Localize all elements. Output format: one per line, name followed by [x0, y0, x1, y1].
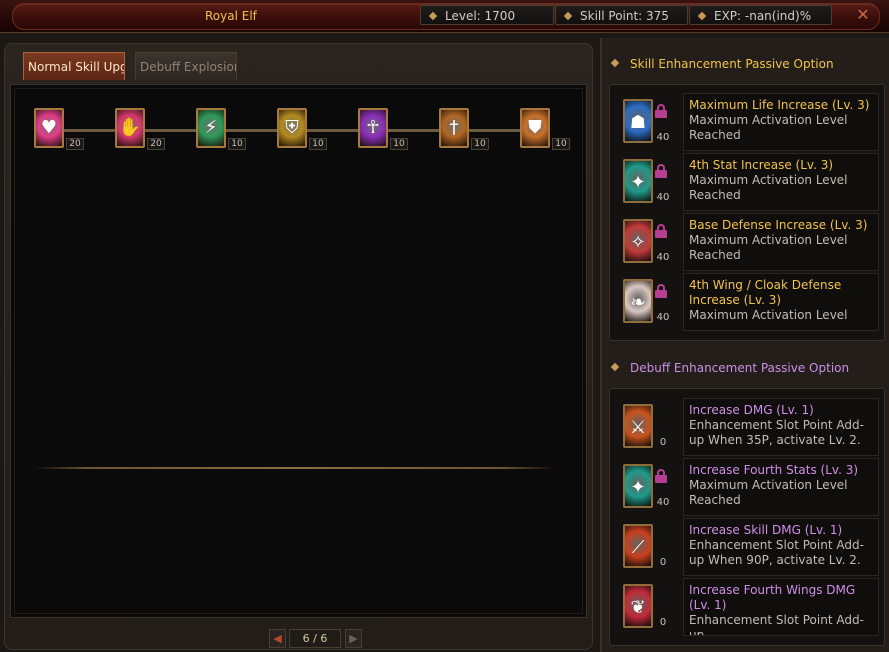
level-stat: Level: 1700: [420, 5, 554, 25]
page-indicator: 6 / 6: [289, 629, 341, 648]
option-title: Increase Skill DMG (Lv. 1): [689, 523, 843, 537]
option-status: Maximum Activation Level: [689, 308, 848, 322]
option-status: Maximum Activation Level Reached: [689, 478, 848, 507]
option-title: 4th Stat Increase (Lv. 3): [689, 158, 834, 172]
heart-icon[interactable]: ♥: [34, 108, 64, 148]
wing-icon: ❧: [623, 279, 653, 323]
teal-sparkle-icon: ✦: [623, 464, 653, 508]
option-description: Maximum Life Increase (Lv. 3) Maximum Act…: [683, 93, 879, 151]
option-title: Maximum Life Increase (Lv. 3): [689, 98, 870, 112]
lightning-sword-icon[interactable]: ⚡: [196, 108, 226, 148]
skill-enhancement-option-row[interactable]: ☗ 40 Maximum Life Increase (Lv. 3) Maximum …: [617, 93, 882, 151]
debuff-enhancement-heading: Debuff Enhancement Passive Option: [630, 361, 850, 375]
skill-level-count: 10: [228, 138, 246, 150]
slash-icon: ⟋: [623, 524, 653, 568]
shield-icon[interactable]: ⛊: [520, 108, 550, 148]
option-count: 40: [656, 252, 670, 263]
lock-icon: [655, 469, 667, 483]
option-title: Base Defense Increase (Lv. 3): [689, 218, 868, 232]
skill-level-count: 20: [66, 138, 84, 150]
scroll-hand-icon[interactable]: ✋: [115, 108, 145, 148]
option-description: Increase Skill DMG (Lv. 1) Enhancement Sl…: [683, 518, 879, 576]
option-description: Base Defense Increase (Lv. 3) Maximum Act…: [683, 213, 879, 271]
skill-level-count: 10: [309, 138, 327, 150]
diamond-icon: [563, 11, 573, 21]
option-count: 40: [656, 497, 670, 508]
option-count: 0: [659, 617, 667, 628]
option-status: Maximum Activation Level Reached: [689, 173, 848, 202]
lock-icon: [655, 224, 667, 238]
option-status: Enhancement Slot Point Add-up When 90P, …: [689, 538, 864, 567]
red-wing-icon: ❦: [623, 584, 653, 628]
debuff-enhancement-option-row[interactable]: ⟋ 0 Increase Skill DMG (Lv. 1) Enhancement …: [617, 518, 882, 576]
close-icon: ✕: [856, 5, 870, 24]
lock-icon: [655, 164, 667, 178]
option-description: 4th Wing / Cloak Defense Increase (Lv. 3…: [683, 273, 879, 331]
divider: [34, 467, 556, 469]
option-status: Maximum Activation Level Reached: [689, 113, 848, 142]
close-button[interactable]: ✕: [852, 5, 874, 25]
option-status: Maximum Activation Level Reached: [689, 233, 848, 262]
option-count: 40: [656, 312, 670, 323]
tab-debuff-explosion[interactable]: Debuff Explosion: [135, 52, 237, 80]
lock-icon: [655, 104, 667, 118]
tab-normal-skill-upgrade[interactable]: Normal Skill Upgrade: [23, 52, 125, 80]
diamond-icon: [697, 11, 707, 21]
skill-connector: [226, 129, 277, 132]
option-title: Increase DMG (Lv. 1): [689, 403, 814, 417]
option-description: Increase Fourth Wings DMG (Lv. 1) Enhance…: [683, 578, 879, 636]
option-description: 4th Stat Increase (Lv. 3) Maximum Activat…: [683, 153, 879, 211]
option-description: Increase Fourth Stats (Lv. 3) Maximum Act…: [683, 458, 879, 516]
lock-icon: [655, 284, 667, 298]
skill-enhancement-heading: Skill Enhancement Passive Option: [630, 57, 834, 71]
next-page-button[interactable]: ▶: [345, 629, 362, 648]
debuff-enhancement-option-row[interactable]: ❦ 0 Increase Fourth Wings DMG (Lv. 1) Enhan…: [617, 578, 882, 636]
skill-enhancement-option-row[interactable]: ❧ 40 4th Wing / Cloak Defense Increase (Lv…: [617, 273, 882, 331]
debuff-enhancement-option-row[interactable]: ⚔ 0 Increase DMG (Lv. 1) Enhancement Slot P…: [617, 398, 882, 456]
skill-enhancement-option-row[interactable]: ✧ 40 Base Defense Increase (Lv. 3) Maximum …: [617, 213, 882, 271]
blue-person-icon: ☗: [623, 99, 653, 143]
skill-connector: [469, 129, 520, 132]
skill-level-count: 10: [552, 138, 570, 150]
blade-icon[interactable]: †: [439, 108, 469, 148]
arrow-right-icon: ▶: [349, 632, 358, 645]
prev-page-button[interactable]: ◀: [269, 629, 286, 648]
exp-text: EXP: -nan(ind)%: [714, 9, 812, 23]
orange-sword-icon: ⚔: [623, 404, 653, 448]
option-status: Enhancement Slot Point Add-up: [689, 613, 864, 636]
skill-connector: [64, 129, 115, 132]
exp-stat: EXP: -nan(ind)%: [689, 5, 832, 25]
option-title: 4th Wing / Cloak Defense Increase (Lv. 3…: [689, 278, 842, 307]
option-count: 0: [659, 437, 667, 448]
skill-connector: [307, 129, 358, 132]
option-count: 40: [656, 192, 670, 203]
skill-point-stat: Skill Point: 375: [555, 5, 688, 25]
window-title: Royal Elf: [205, 9, 257, 23]
skill-connector: [145, 129, 196, 132]
option-count: 40: [656, 132, 670, 143]
skill-connector: [388, 129, 439, 132]
red-card-icon: ✧: [623, 219, 653, 263]
skill-tree-area: [10, 84, 587, 618]
skill-level-count: 20: [147, 138, 165, 150]
skill-point-text: Skill Point: 375: [580, 9, 669, 23]
option-title: Increase Fourth Stats (Lv. 3): [689, 463, 859, 477]
title-bar: Royal Elf Level: 1700 Skill Point: 375 E…: [0, 0, 889, 33]
skill-enhancement-option-row[interactable]: ✦ 40 4th Stat Increase (Lv. 3) Maximum Acti…: [617, 153, 882, 211]
option-title: Increase Fourth Wings DMG (Lv. 1): [689, 583, 856, 612]
option-status: Enhancement Slot Point Add-up When 35P, …: [689, 418, 864, 447]
level-text: Level: 1700: [445, 9, 516, 23]
skill-level-count: 10: [390, 138, 408, 150]
option-description: Increase DMG (Lv. 1) Enhancement Slot Poi…: [683, 398, 879, 456]
option-count: 0: [659, 557, 667, 568]
debuff-enhancement-option-row[interactable]: ✦ 40 Increase Fourth Stats (Lv. 3) Maximum …: [617, 458, 882, 516]
skill-level-count: 10: [471, 138, 489, 150]
diamond-icon: [428, 11, 438, 21]
teal-sparkle-icon: ✦: [623, 159, 653, 203]
golden-armor-icon[interactable]: ⛨: [277, 108, 307, 148]
glowing-figure-icon[interactable]: ☥: [358, 108, 388, 148]
arrow-left-icon: ◀: [273, 632, 282, 645]
